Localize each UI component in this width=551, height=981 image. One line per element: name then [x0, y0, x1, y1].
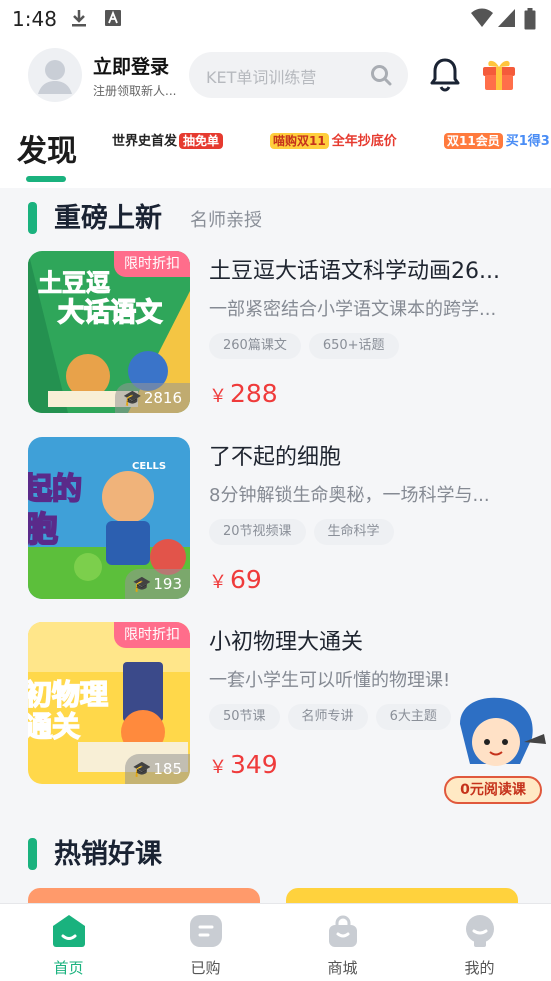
course-tags: 20节视频课 生命科学	[209, 519, 402, 545]
course-description: 8分钟解锁生命奥秘，一场科学与...	[209, 485, 490, 506]
purchased-icon	[189, 914, 223, 952]
course-title[interactable]: 小初物理大通关	[209, 624, 534, 656]
learner-count: 🎓 193	[124, 569, 190, 599]
a-box-icon	[104, 8, 122, 32]
learner-number: 185	[153, 760, 182, 778]
nav-label: 商城	[327, 959, 358, 977]
gift-icon[interactable]	[480, 56, 518, 96]
course-tag: 名师专讲	[287, 704, 368, 730]
discount-badge: 限时折扣	[114, 251, 190, 277]
login-title[interactable]: 立即登录	[93, 52, 169, 79]
discount-badge: 限时折扣	[114, 622, 190, 648]
shop-bag-icon	[326, 914, 360, 952]
download-icon	[70, 8, 88, 32]
nav-item-purchased[interactable]: 已购	[137, 904, 274, 981]
login-subtitle[interactable]: 注册领取新人...	[93, 82, 176, 99]
banner-text: 喵购双11	[270, 133, 329, 149]
course-tags: 260篇课文 650+话题	[209, 333, 407, 359]
battery-icon	[524, 8, 536, 34]
price-value: 69	[230, 565, 262, 594]
course-price: ￥ 349	[209, 750, 278, 779]
thumb-subtitle: 胞	[28, 510, 58, 550]
price-value: 288	[230, 379, 278, 408]
thumb-title: 初物理	[28, 678, 108, 711]
thumb-label: CELLS	[132, 461, 166, 472]
status-bar: 1:48	[0, 0, 551, 38]
banner-tag: 抽免单	[179, 133, 224, 149]
promo-label[interactable]: 0元阅读课	[444, 776, 542, 804]
section-accent-bar	[28, 838, 37, 870]
hot-course-list[interactable]	[28, 888, 528, 903]
course-tag: 260篇课文	[209, 333, 301, 359]
search-icon[interactable]	[370, 64, 392, 90]
course-title[interactable]: 土豆逗大话语文科学动画26...	[209, 253, 534, 285]
bottom-nav: 首页 已购 商城 我的	[0, 903, 551, 981]
tab-discover[interactable]: 发现	[17, 126, 77, 170]
hot-course-thumbnail[interactable]	[286, 888, 518, 903]
nav-label: 已购	[190, 959, 221, 977]
search-placeholder: KET单词训练营	[206, 68, 317, 87]
learner-number: 2816	[143, 389, 182, 407]
course-price: ￥ 69	[209, 565, 262, 594]
nav-label: 我的	[464, 959, 495, 977]
learner-number: 193	[153, 575, 182, 593]
learner-count: 🎓 2816	[115, 383, 190, 413]
section-title: 重磅上新	[54, 203, 162, 234]
promo-character-icon	[460, 697, 546, 766]
signal-icon	[498, 8, 516, 32]
tab-indicator	[26, 176, 66, 182]
nav-item-profile[interactable]: 我的	[411, 904, 548, 981]
currency-symbol: ￥	[209, 757, 227, 778]
course-thumbnail[interactable]: CELLS 起的 胞 🎓 193	[28, 437, 190, 599]
graduation-cap-icon: 🎓	[132, 760, 152, 778]
thumb-title: 起的	[28, 472, 82, 507]
course-tag: 20节视频课	[209, 519, 306, 545]
avatar-icon[interactable]	[28, 48, 82, 102]
bell-icon[interactable]	[428, 56, 462, 96]
header: 立即登录 注册领取新人... KET单词训练营	[0, 38, 551, 116]
home-icon	[52, 914, 86, 952]
graduation-cap-icon: 🎓	[132, 575, 152, 593]
section-subtitle: 名师亲授	[190, 210, 262, 231]
thumb-subtitle: 通关	[28, 710, 80, 743]
course-title[interactable]: 了不起的细胞	[209, 439, 534, 471]
section-title: 热销好课	[54, 839, 162, 870]
thumb-title: 土豆逗	[38, 269, 110, 297]
course-description: 一部紧密结合小学语文课本的跨学...	[209, 299, 497, 320]
course-card[interactable]: 土豆逗 大话语文 限时折扣 🎓 2816 土豆逗大话语文科学动画26... 一部紧…	[28, 251, 548, 413]
tab-banner-vip[interactable]: 双11会员 买1得3	[444, 130, 550, 156]
banner-text: 双11会员	[444, 133, 503, 149]
hot-course-thumbnail[interactable]	[28, 888, 260, 903]
banner-text: 世界史首发	[112, 134, 178, 149]
tab-banner-world-history[interactable]: 世界史首发 抽免单	[112, 130, 224, 156]
nav-item-home[interactable]: 首页	[0, 904, 137, 981]
tab-banner-double11[interactable]: 喵购双11 全年抄底价	[270, 130, 397, 156]
graduation-cap-icon: 🎓	[123, 389, 142, 407]
section-accent-bar	[28, 202, 37, 234]
free-reading-promo[interactable]: 0元阅读课	[440, 694, 550, 812]
nav-item-shop[interactable]: 商城	[274, 904, 411, 981]
banner-tag: 买1得3	[505, 134, 550, 149]
course-thumbnail[interactable]: 初物理 通关 限时折扣 🎓 185	[28, 622, 190, 784]
course-tags: 50节课 名师专讲 6大主题	[209, 704, 459, 730]
course-thumbnail[interactable]: 土豆逗 大话语文 限时折扣 🎓 2816	[28, 251, 190, 413]
course-tag: 生命科学	[313, 519, 394, 545]
status-time: 1:48	[12, 7, 57, 31]
learner-count: 🎓 185	[124, 754, 190, 784]
thumb-subtitle: 大话语文	[58, 297, 163, 328]
course-price: ￥ 288	[209, 379, 278, 408]
wifi-icon	[471, 8, 493, 32]
course-card[interactable]: CELLS 起的 胞 🎓 193 了不起的细胞 8分钟解锁生命奥秘，一场科学与..…	[28, 437, 548, 599]
course-tag: 650+话题	[308, 333, 399, 359]
search-input[interactable]: KET单词训练营	[189, 52, 408, 98]
course-description: 一套小学生可以听懂的物理课!	[209, 670, 451, 691]
price-value: 349	[230, 750, 278, 779]
course-tag: 50节课	[209, 704, 280, 730]
nav-label: 首页	[53, 959, 84, 977]
banner-tag: 全年抄底价	[331, 134, 397, 149]
category-tabs: 发现 世界史首发 抽免单 喵购双11 全年抄底价 双11会员 买1得3	[0, 116, 551, 188]
currency-symbol: ￥	[209, 572, 227, 593]
profile-icon	[463, 914, 497, 952]
currency-symbol: ￥	[209, 386, 227, 407]
